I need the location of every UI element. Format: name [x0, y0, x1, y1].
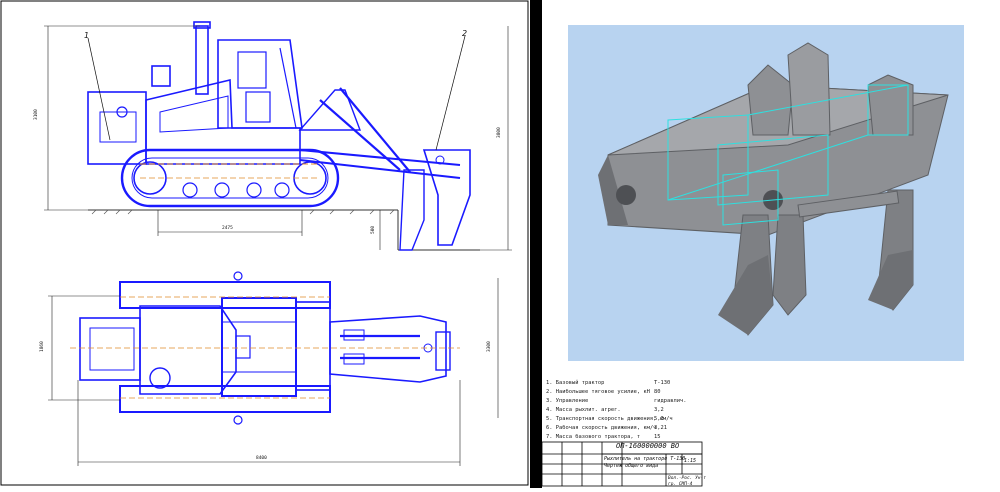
title-name-line2: Чертеж общего вида: [604, 463, 659, 469]
technical-drawing: 3100 3800 2475 500 1 2 1860 3300 8400: [0, 0, 530, 488]
dim-track-base: 2475: [222, 225, 233, 231]
air-cleaner: [151, 65, 171, 87]
side-dimensions: [44, 25, 512, 251]
title-scale: 1:15: [684, 458, 697, 464]
beam-pin-left: [616, 185, 636, 205]
dim-height-left: 3100: [33, 109, 39, 120]
title-code: ОП-160000000 ВО: [616, 442, 680, 450]
spec-row: 4. Масса рыхлит. агрег.: [546, 407, 621, 413]
hood-top: [79, 317, 141, 381]
dim-width-right: 3300: [486, 341, 492, 352]
lug-left: [747, 64, 794, 136]
panel-divider: [530, 0, 542, 488]
spec-value: 3,21: [654, 425, 667, 431]
right-sheet: 1. Базовый трактор Т-130 2. Наибольшее т…: [542, 0, 1000, 488]
hood-panel: [99, 111, 137, 143]
cabin-top: [221, 297, 297, 397]
specifications-table: 1. Базовый трактор Т-130 2. Наибольшее т…: [542, 372, 1000, 488]
exhaust-pipe: [195, 25, 209, 95]
callout-2-leader: [435, 35, 466, 151]
title-org-line2: гр. СМП-4: [668, 482, 693, 487]
tooth-3: [868, 250, 913, 310]
tractor-body: [145, 78, 301, 165]
callout-2: 2: [462, 29, 467, 38]
dim-width-left: 1860: [39, 341, 45, 352]
ripper-3d-svg: [598, 42, 949, 336]
spec-value: Т-130: [654, 380, 671, 386]
dim-overall-length: 8400: [256, 455, 267, 461]
drawing-svg: 3100 3800 2475 500 1 2 1860 3300 8400: [0, 0, 529, 486]
spec-value: 5,3: [654, 416, 664, 422]
spec-row: 2. Наибольшее тяговое усилие, кН: [546, 389, 650, 395]
cabin-window: [237, 51, 267, 89]
track-left-top: [119, 281, 331, 309]
ripper-tooth: [399, 169, 425, 251]
callout-1-leader: [87, 37, 111, 141]
dim-height-right: 3800: [496, 127, 502, 138]
spec-row: 3. Управление: [546, 398, 589, 404]
top-view: [70, 271, 460, 425]
ripper-top: [329, 315, 447, 383]
title-org-line1: Вол.-Рос. Ун-т: [668, 476, 706, 481]
spec-value: 80: [654, 389, 661, 395]
spec-value: 3,2: [654, 407, 664, 413]
dim-depth: 500: [370, 226, 376, 234]
spec-row: 1. Базовый трактор: [546, 380, 605, 386]
cabin-door: [245, 91, 271, 123]
lug-center: [787, 42, 831, 136]
spec-value: гидравлич.: [654, 398, 687, 404]
spec-row: 6. Рабочая скорость движения, км/ч: [546, 425, 657, 431]
shank-2: [772, 214, 807, 316]
lug-right: [867, 74, 914, 136]
3d-model-render: [568, 25, 964, 361]
side-view: [87, 21, 480, 251]
title-name-line1: Рыхлитель на тракторе Т-130: [604, 456, 686, 462]
ground-hatch: [91, 209, 395, 215]
callout-1: 1: [84, 31, 89, 40]
